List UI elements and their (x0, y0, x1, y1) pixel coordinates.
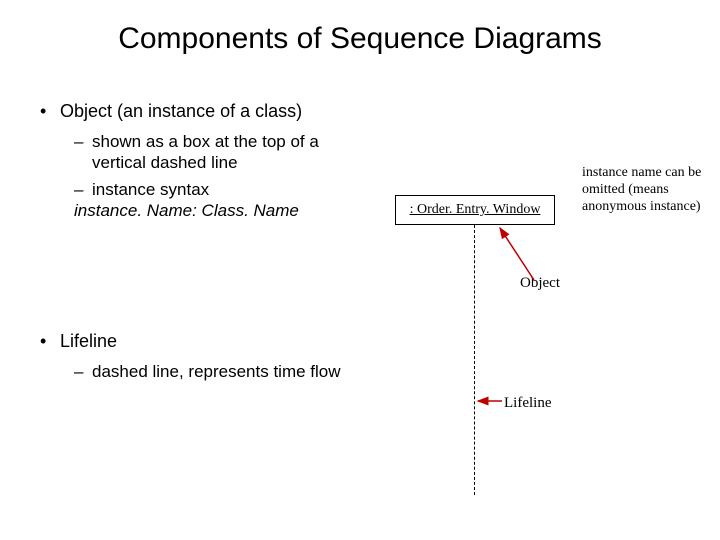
bullet-lifeline-sub1: dashed line, represents time flow (40, 361, 370, 382)
label-object: Object (520, 275, 560, 292)
diagram-arrows (0, 0, 720, 540)
diagram-note: instance name can be omitted (means anon… (582, 165, 712, 215)
label-lifeline: Lifeline (504, 395, 551, 412)
uml-lifeline (474, 225, 475, 495)
bullet-lifeline: Lifeline (40, 330, 370, 353)
uml-object-box: : Order. Entry. Window (395, 195, 555, 225)
content-lifeline: Lifeline dashed line, represents time fl… (40, 330, 370, 382)
bullet-object-sub2: instance syntax (40, 179, 370, 200)
bullet-object-syntax: instance. Name: Class. Name (40, 200, 370, 221)
uml-object-label: : Order. Entry. Window (410, 202, 541, 218)
bullet-object: Object (an instance of a class) (40, 100, 370, 123)
page-title: Components of Sequence Diagrams (0, 22, 720, 56)
bullet-object-sub1: shown as a box at the top of a vertical … (40, 131, 370, 174)
content-left: Object (an instance of a class) shown as… (40, 100, 370, 222)
